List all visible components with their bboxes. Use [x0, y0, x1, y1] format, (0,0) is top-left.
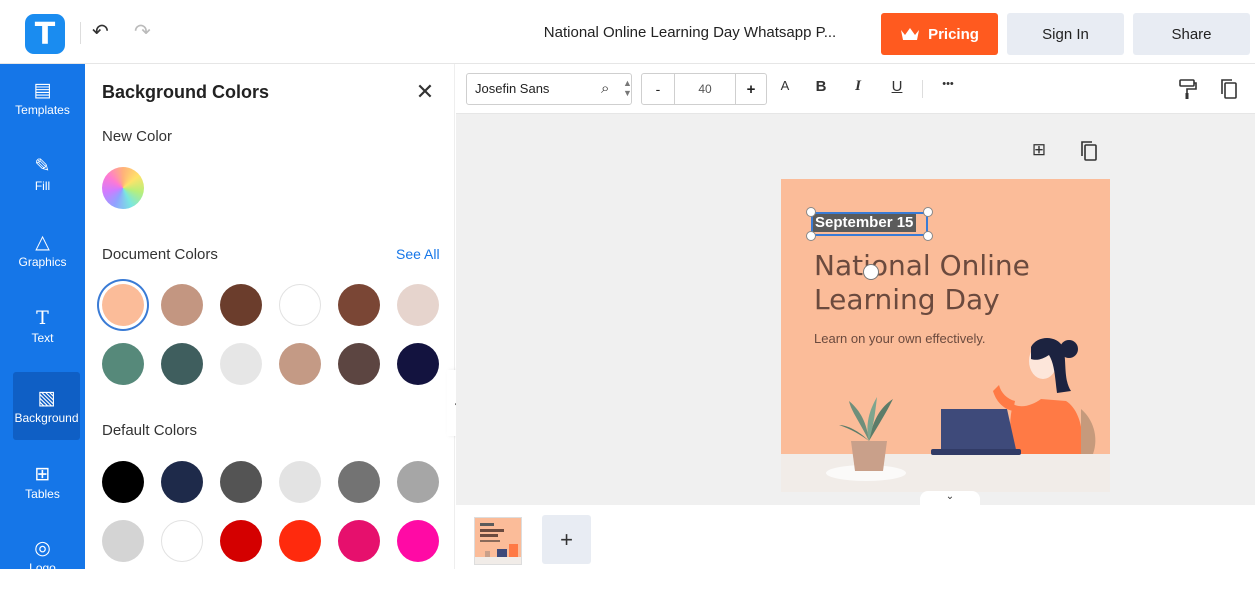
top-bar: T ↶ ↷ National Online Learning Day Whats…	[0, 0, 1255, 64]
sidebar-item-label: Text	[31, 330, 54, 345]
left-sidebar: ▤ Templates ✎ Fill △ Graphics T Text ▧ B…	[0, 64, 85, 575]
templates-icon: ▤	[33, 78, 52, 101]
pricing-button[interactable]: Pricing	[881, 13, 998, 55]
add-page-button[interactable]: +	[542, 515, 591, 564]
color-swatch[interactable]	[397, 343, 439, 385]
sidebar-item-label: Logo	[29, 560, 56, 575]
decrease-size-button[interactable]: -	[642, 74, 675, 104]
copy-page-icon[interactable]	[1078, 140, 1100, 162]
table-icon: ⊞	[34, 462, 51, 485]
color-swatch[interactable]	[279, 520, 321, 562]
logo-icon: ◎	[34, 536, 51, 559]
stepper-arrows-icon[interactable]: ▲ ▼	[623, 78, 632, 98]
bold-button[interactable]: B	[810, 78, 832, 100]
color-swatch[interactable]	[220, 520, 262, 562]
color-swatch[interactable]	[102, 284, 144, 326]
pricing-label: Pricing	[928, 25, 979, 43]
color-swatch[interactable]	[102, 520, 144, 562]
italic-button[interactable]: I	[847, 78, 869, 100]
sidebar-item-fill[interactable]: ✎ Fill	[0, 140, 85, 208]
color-swatch[interactable]	[161, 284, 203, 326]
pencil-icon: ✎	[34, 154, 51, 177]
background-colors-panel: Background Colors ✕ New Color Document C…	[85, 64, 455, 569]
color-swatch[interactable]	[397, 520, 439, 562]
share-button[interactable]: Share	[1133, 13, 1250, 55]
more-options-button[interactable]: •••	[937, 78, 959, 100]
color-swatch[interactable]	[220, 284, 262, 326]
sidebar-item-text[interactable]: T Text	[0, 292, 85, 360]
text-icon: T	[36, 306, 49, 329]
background-icon: ▧	[37, 386, 56, 409]
color-swatch[interactable]	[338, 343, 380, 385]
sidebar-item-background[interactable]: ▧ Background	[13, 372, 80, 440]
design-canvas[interactable]: September 15 National Online Learning Da…	[781, 179, 1110, 492]
sidebar-item-label: Templates	[15, 102, 70, 117]
format-painter-icon[interactable]	[1177, 78, 1199, 100]
text-toolbar: Josefin Sans ⌕ ▲ ▼ - 40 + A B I U •••	[456, 64, 1255, 114]
divider	[80, 22, 81, 44]
underline-button[interactable]: U	[886, 78, 908, 100]
font-size-input[interactable]: 40	[675, 74, 735, 104]
new-color-picker[interactable]	[102, 167, 144, 209]
duplicate-icon[interactable]	[1218, 78, 1240, 100]
shapes-icon: △	[35, 230, 50, 253]
chevron-down-icon[interactable]: ⌄	[920, 491, 980, 505]
color-swatch[interactable]	[279, 284, 321, 326]
color-swatch[interactable]	[338, 520, 380, 562]
color-swatch[interactable]	[338, 461, 380, 503]
color-swatch[interactable]	[220, 461, 262, 503]
color-swatch[interactable]	[161, 520, 203, 562]
sidebar-item-label: Fill	[34, 178, 51, 193]
color-swatch[interactable]	[161, 461, 203, 503]
crown-icon	[901, 28, 920, 40]
editor-area: Josefin Sans ⌕ ▲ ▼ - 40 + A B I U ••• ⊞ S…	[456, 64, 1255, 569]
font-family-select[interactable]: Josefin Sans ⌕ ▲ ▼	[466, 73, 632, 105]
font-size-stepper: - 40 +	[641, 73, 767, 105]
illustration[interactable]	[781, 179, 1110, 492]
pages-strip: +	[456, 505, 1255, 569]
add-element-icon[interactable]: ⊞	[1028, 140, 1050, 162]
color-swatch[interactable]	[279, 461, 321, 503]
color-swatch[interactable]	[220, 343, 262, 385]
font-name: Josefin Sans	[475, 81, 550, 96]
color-swatch[interactable]	[102, 343, 144, 385]
increase-size-button[interactable]: +	[735, 74, 766, 104]
app-logo[interactable]: T	[25, 14, 65, 54]
color-swatch[interactable]	[102, 461, 144, 503]
close-icon[interactable]: ✕	[415, 81, 435, 103]
color-swatch[interactable]	[338, 284, 380, 326]
default-colors-label: Default Colors	[102, 422, 198, 439]
sidebar-item-logo[interactable]: ◎ Logo	[0, 522, 85, 590]
font-color-button[interactable]: A	[774, 78, 796, 100]
search-icon[interactable]: ⌕	[601, 80, 609, 97]
page-thumbnail[interactable]	[474, 517, 522, 565]
see-all-link[interactable]: See All	[396, 246, 440, 262]
sidebar-item-label: Tables	[25, 486, 60, 501]
sidebar-item-label: Background	[14, 410, 79, 425]
undo-icon[interactable]: ↶	[92, 19, 112, 43]
sidebar-item-label: Graphics	[18, 254, 67, 269]
sidebar-item-tables[interactable]: ⊞ Tables	[0, 448, 85, 516]
sidebar-item-graphics[interactable]: △ Graphics	[0, 216, 85, 284]
color-swatch[interactable]	[397, 284, 439, 326]
color-swatch[interactable]	[161, 343, 203, 385]
color-swatch[interactable]	[279, 343, 321, 385]
new-color-label: New Color	[102, 128, 173, 145]
sidebar-item-templates[interactable]: ▤ Templates	[0, 64, 85, 132]
document-colors-label: Document Colors	[102, 246, 218, 263]
document-title[interactable]: National Online Learning Day Whatsapp P.…	[520, 24, 860, 41]
divider	[922, 80, 923, 98]
panel-title: Background Colors	[102, 82, 270, 102]
color-swatch[interactable]	[397, 461, 439, 503]
redo-icon[interactable]: ↷	[134, 19, 154, 43]
sign-in-button[interactable]: Sign In	[1007, 13, 1124, 55]
